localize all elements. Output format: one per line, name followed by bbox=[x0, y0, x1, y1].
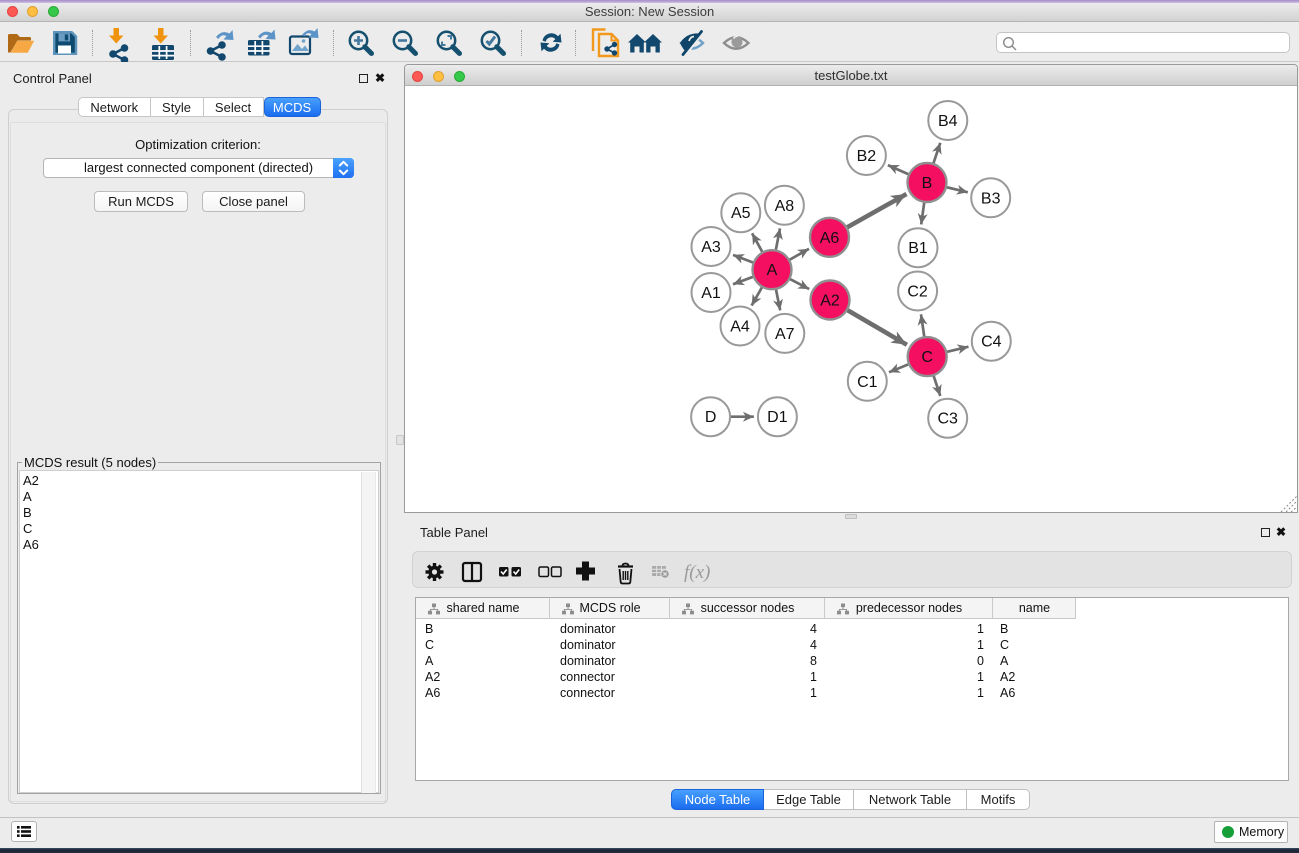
svg-text:A: A bbox=[767, 262, 778, 279]
svg-text:B2: B2 bbox=[857, 148, 877, 165]
svg-text:C: C bbox=[921, 349, 933, 366]
svg-text:A5: A5 bbox=[731, 205, 751, 222]
svg-text:B: B bbox=[922, 175, 933, 192]
svg-text:A4: A4 bbox=[730, 319, 750, 336]
svg-text:A7: A7 bbox=[775, 326, 795, 343]
svg-text:A8: A8 bbox=[775, 198, 795, 215]
svg-text:C2: C2 bbox=[907, 284, 928, 301]
svg-text:B3: B3 bbox=[981, 190, 1001, 207]
svg-text:D: D bbox=[705, 409, 717, 426]
svg-text:f(x): f(x) bbox=[684, 562, 710, 583]
svg-text:B4: B4 bbox=[938, 113, 958, 130]
svg-text:A3: A3 bbox=[701, 239, 721, 256]
svg-text:A2: A2 bbox=[820, 293, 840, 310]
svg-text:C4: C4 bbox=[981, 334, 1002, 351]
svg-text:C1: C1 bbox=[857, 374, 878, 391]
svg-text:C3: C3 bbox=[937, 411, 958, 428]
svg-text:A6: A6 bbox=[820, 230, 840, 247]
svg-text:A1: A1 bbox=[701, 285, 721, 302]
svg-text:B1: B1 bbox=[908, 240, 928, 257]
svg-text:D1: D1 bbox=[767, 409, 788, 426]
